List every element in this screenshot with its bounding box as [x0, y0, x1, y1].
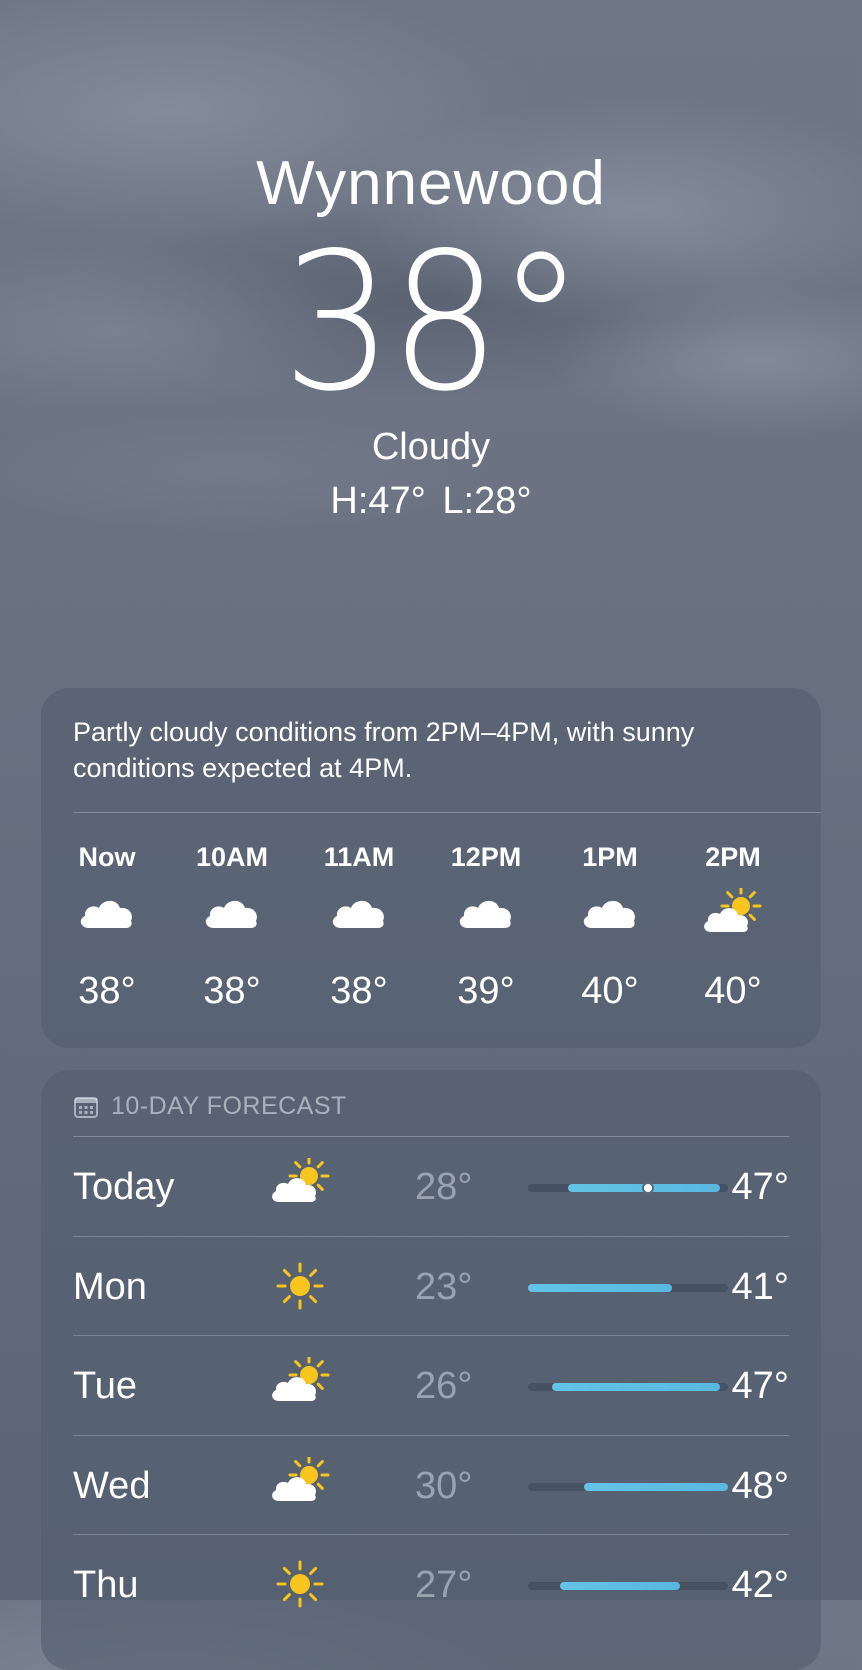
- low-temperature: 23°: [415, 1265, 473, 1308]
- hour-label: Now: [78, 842, 136, 872]
- high-temperature: 47°: [731, 1166, 789, 1208]
- temperature-range-bar: [528, 1283, 728, 1292]
- high-temperature: 47°: [731, 1365, 789, 1407]
- partly-sunny-icon: [269, 1155, 331, 1214]
- day-label: Today: [73, 1166, 175, 1208]
- hour-temperature: 38°: [78, 970, 136, 1012]
- divider: [73, 1235, 789, 1237]
- hour-label: 10AM: [195, 842, 269, 872]
- temperature-range-bar: [528, 1383, 728, 1391]
- forecast-row[interactable]: Today 28° 47°: [73, 1136, 789, 1238]
- high-temperature: 42°: [731, 1564, 789, 1606]
- hour-label: 1PM: [582, 842, 638, 872]
- partly-sunny-icon: [701, 885, 765, 936]
- hour-label: 2PM: [705, 842, 761, 872]
- sun-icon: [269, 1556, 331, 1612]
- temperature-range-fill: [552, 1383, 720, 1391]
- forecast-row[interactable]: Thu 27° 42°: [73, 1534, 789, 1636]
- low-temperature: 30°: [415, 1464, 473, 1507]
- cloud-icon: [578, 888, 642, 936]
- low-temperature: 28°: [415, 1166, 473, 1208]
- day-label: Wed: [73, 1464, 151, 1507]
- hour-item: 10AM 38°: [168, 812, 296, 1048]
- high-temperature: 41°: [731, 1265, 789, 1308]
- hour-label: 12PM: [450, 842, 522, 872]
- forecast-row[interactable]: Tue 26° 47°: [73, 1335, 789, 1437]
- current-temperature: 38°: [281, 212, 584, 433]
- ten-day-header: 10-DAY FORECAST: [73, 1092, 347, 1121]
- hour-temperature: 40°: [581, 970, 639, 1012]
- divider: [73, 1434, 789, 1436]
- hour-temperature: 38°: [203, 970, 261, 1012]
- hour-item: 1PM 40°: [546, 812, 674, 1048]
- sun-icon: [269, 1258, 331, 1314]
- hour-temperature: 38°: [330, 970, 388, 1012]
- calendar-icon: [74, 1096, 98, 1118]
- temperature-range-bar: [528, 1482, 728, 1491]
- high-temperature: 48°: [731, 1464, 789, 1507]
- day-label: Thu: [73, 1564, 139, 1606]
- cloud-icon: [327, 888, 391, 936]
- city-name: Wynnewood: [256, 149, 606, 218]
- divider: [73, 1136, 789, 1137]
- divider: [73, 1534, 789, 1535]
- hour-label: 11AM: [323, 842, 395, 872]
- hour-item: 12PM 39°: [422, 812, 550, 1048]
- cloud-icon: [454, 888, 518, 936]
- partly-sunny-icon: [269, 1354, 331, 1413]
- forecast-row[interactable]: Mon 23° 41°: [73, 1235, 789, 1338]
- hour-item: 2PM 40°: [669, 812, 797, 1048]
- current-temp-marker: [642, 1182, 654, 1194]
- ten-day-forecast-card[interactable]: 10-DAY FORECAST Today 28° 47° Mon 23° 41° Tue 2…: [41, 1070, 821, 1670]
- condition-text: Cloudy: [371, 426, 491, 468]
- hour-temperature: 40°: [704, 970, 762, 1012]
- hour-item: Now 38°: [43, 812, 171, 1048]
- ten-day-title: 10-DAY FORECAST: [111, 1092, 347, 1120]
- day-label: Tue: [73, 1365, 138, 1407]
- day-label: Mon: [73, 1265, 147, 1308]
- temperature-range-bar: [528, 1182, 728, 1194]
- hour-item: 11AM 38°: [295, 812, 423, 1048]
- forecast-row[interactable]: Wed 30° 48°: [73, 1434, 789, 1537]
- hourly-forecast-card[interactable]: Partly cloudy conditions from 2PM–4PM, w…: [41, 688, 821, 1048]
- hour-temperature: 39°: [457, 970, 515, 1012]
- cloud-icon: [200, 888, 264, 936]
- forecast-summary: Partly cloudy conditions from 2PM–4PM, w…: [73, 717, 695, 783]
- temperature-range-bar: [528, 1582, 728, 1590]
- temperature-range-fill: [560, 1582, 680, 1590]
- temperature-range-fill: [584, 1482, 728, 1491]
- high-low-text: H:47° L:28°: [330, 480, 532, 522]
- low-temperature: 26°: [415, 1365, 473, 1407]
- partly-sunny-icon: [269, 1454, 331, 1513]
- cloud-icon: [75, 888, 139, 936]
- low-temperature: 27°: [415, 1564, 473, 1606]
- divider: [73, 1335, 789, 1336]
- hourly-strip[interactable]: Now 38° 10AM 38° 11AM 38° 12PM 39° 1PM 40° 2PM 40°: [41, 812, 821, 1048]
- temperature-range-fill: [528, 1283, 672, 1292]
